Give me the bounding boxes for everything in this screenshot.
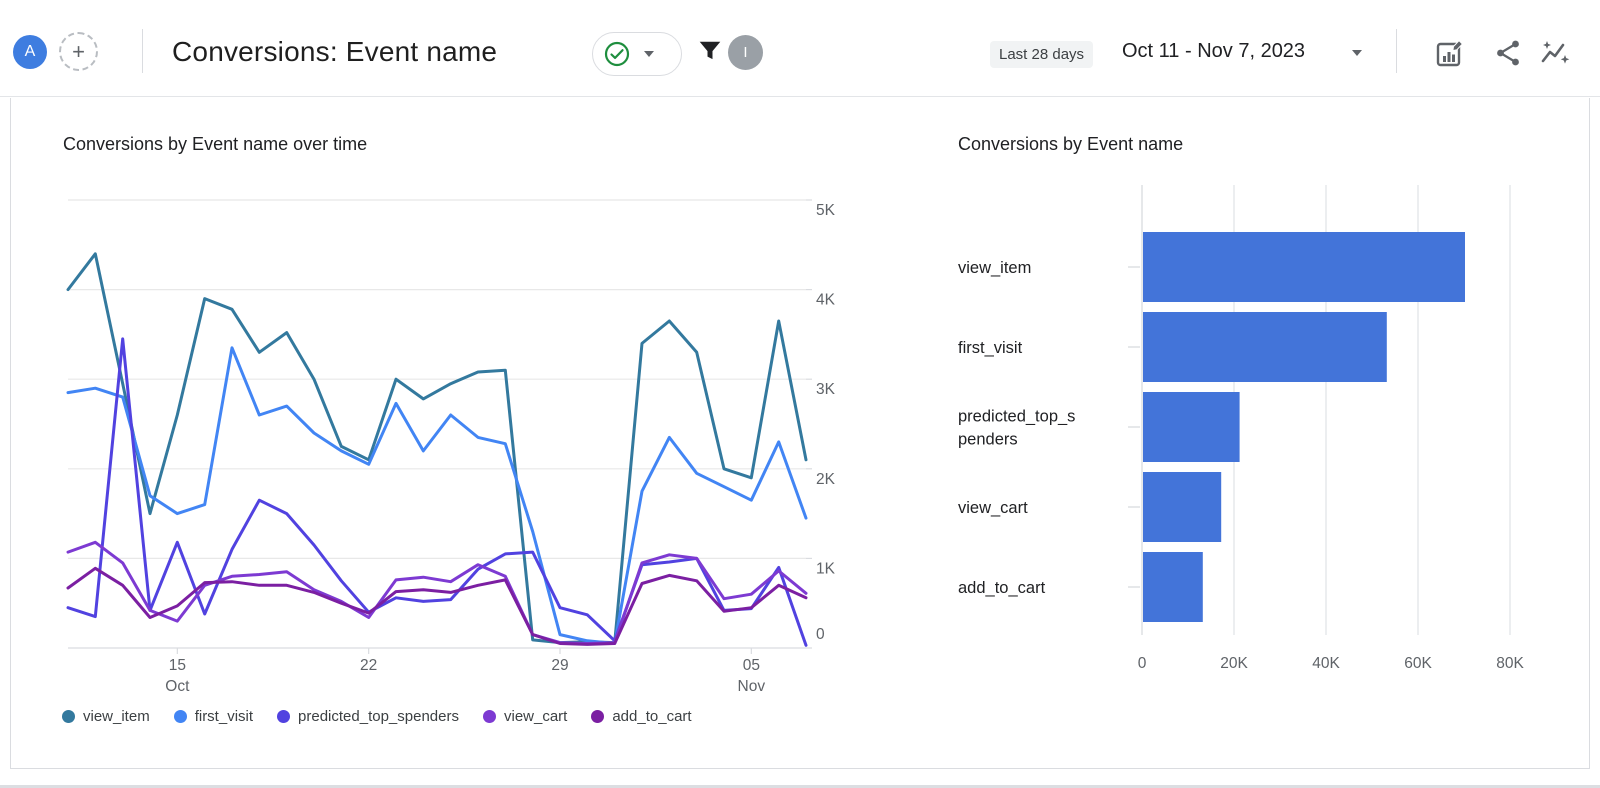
y-tick-label: 5K [816, 202, 836, 219]
legend-dot-icon [591, 710, 605, 723]
report-header: A + Conversions: Event name I Last 28 da… [0, 0, 1600, 97]
line-chart: 0 1K 2K 3K 4K 5K 15 Oct 22 29 05 Nov [66, 199, 836, 695]
date-preset-badge: Last 28 days [990, 41, 1094, 68]
date-chevron-down-icon[interactable] [1352, 50, 1362, 56]
bar-category-label-view_cart: view_cart [958, 499, 1028, 517]
y-tick-label: 0 [816, 626, 825, 643]
report-status-dropdown[interactable] [592, 32, 682, 76]
bar-view_item[interactable] [1143, 232, 1465, 302]
share-icon[interactable] [1492, 37, 1524, 69]
x-tick-label: 22 [360, 657, 377, 674]
line-chart-title: Conversions by Event name over time [63, 134, 368, 154]
bar-x-tick-label: 40K [1312, 655, 1340, 672]
legend-label: predicted_top_spenders [298, 708, 459, 725]
legend-dot-icon [277, 710, 291, 723]
chevron-down-icon [644, 51, 654, 57]
add-comparison-button[interactable]: + [59, 32, 98, 71]
x-tick-label-month: Oct [165, 678, 190, 695]
bar-category-label-view_item: view_item [958, 259, 1031, 277]
x-tick-label: 05 [743, 657, 760, 674]
legend-dot-icon [173, 710, 187, 723]
bar-x-tick-label: 0 [1138, 655, 1147, 672]
bar-chart: 0 20K 40K 60K 80K view_item first_visitpredict… [958, 185, 1524, 672]
line-series-view_cart[interactable] [66, 540, 808, 645]
legend-item-first_visit[interactable]: first_visit [173, 708, 254, 725]
legend-label: view_cart [503, 708, 568, 725]
x-tick-label-month: Nov [738, 678, 766, 695]
bar-add_to_cart[interactable] [1143, 552, 1203, 622]
x-tick-label: 15 [169, 657, 186, 674]
y-tick-label: 3K [816, 381, 836, 398]
bar-predicted_top_spenders[interactable] [1143, 392, 1240, 462]
legend-item-view_cart[interactable]: view_cart [482, 708, 568, 725]
bar-chart-title: Conversions by Event name [958, 134, 1184, 154]
bar-first_visit[interactable] [1143, 312, 1387, 382]
date-range-selector[interactable]: Oct 11 - Nov 7, 2023 [1122, 40, 1305, 63]
y-tick-label: 4K [816, 292, 836, 309]
legend-label: first_visit [194, 708, 254, 725]
legend-dot-icon [62, 710, 75, 723]
x-tick-label: 29 [551, 657, 568, 674]
insights-icon[interactable] [1540, 37, 1572, 69]
account-avatar[interactable]: A [13, 35, 47, 69]
legend-item-predicted_top_spenders[interactable]: predicted_top_spenders [277, 708, 459, 725]
collaborator-avatar[interactable]: I [728, 35, 763, 70]
bar-x-tick-label: 60K [1404, 655, 1432, 672]
page-title: Conversions: Event name [172, 36, 498, 67]
analytics-report-page: A + Conversions: Event name I Last 28 da… [0, 0, 1600, 788]
bar-category-label-predicted_top_spenders: predicted_top_s [958, 408, 1075, 426]
legend-label: add_to_cart [612, 708, 692, 725]
header-divider [142, 29, 143, 73]
filter-icon[interactable] [697, 38, 723, 64]
bar-category-label-first_visit: first_visit [958, 339, 1023, 357]
header-divider-2 [1396, 29, 1397, 73]
y-tick-label: 1K [816, 560, 836, 577]
bar-x-tick-label: 80K [1496, 655, 1524, 672]
chart-legend: view_item first_visit predicted_top_spende… [62, 708, 692, 725]
bar-category-label-predicted_top_spenders: penders [958, 431, 1018, 449]
legend-dot-icon [482, 710, 496, 723]
customize-report-icon[interactable] [1434, 37, 1466, 69]
legend-item-view_item[interactable]: view_item [62, 708, 150, 725]
legend-item-add_to_cart[interactable]: add_to_cart [591, 708, 692, 725]
y-tick-label: 2K [816, 471, 836, 488]
line-series-view_item[interactable] [66, 252, 808, 645]
line-series-predicted_top_spenders[interactable] [66, 337, 808, 647]
bar-view_cart[interactable] [1143, 472, 1222, 542]
legend-label: view_item [83, 708, 150, 725]
bar-x-tick-label: 20K [1220, 655, 1248, 672]
approved-check-icon [604, 41, 630, 67]
bar-category-label-add_to_cart: add_to_cart [958, 579, 1046, 597]
